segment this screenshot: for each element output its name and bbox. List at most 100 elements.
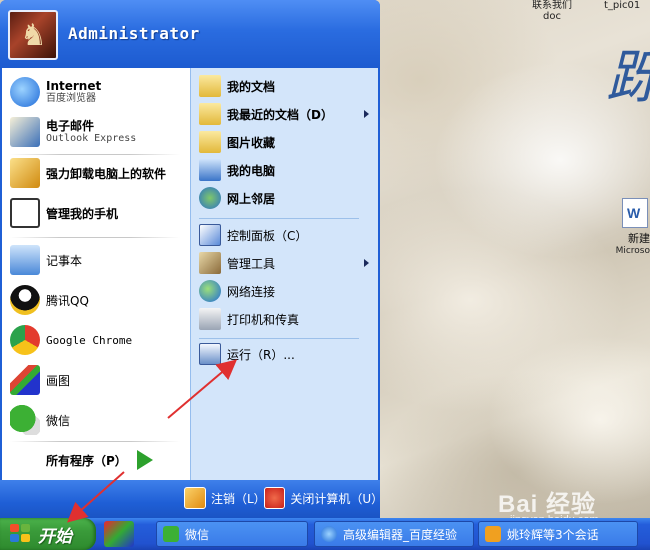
place-item-printers[interactable]: 打印机和传真 <box>191 305 379 333</box>
start-menu-footer: 注销（L） 关闭计算机（U） <box>0 480 380 518</box>
word-document-icon <box>622 198 648 228</box>
computer-icon <box>199 159 221 181</box>
pictures-icon <box>199 131 221 153</box>
recent-item-phone-manager[interactable]: 管理我的手机 <box>2 198 190 228</box>
recent-item-label: Google Chrome <box>46 333 133 347</box>
desktop-file-sublabel: Microso <box>615 246 650 256</box>
wechat-icon <box>10 405 40 435</box>
taskbar: 开始 微信 高级编辑器_百度经验 姚玲辉等3个会话 <box>0 518 650 550</box>
desktop-file-label: 新建 <box>628 232 650 245</box>
taskbar-button-chat[interactable]: 姚玲辉等3个会话 <box>478 521 638 547</box>
recent-item-paint[interactable]: 画图 <box>2 364 190 396</box>
network-places-icon <box>199 187 221 209</box>
divider <box>199 218 359 219</box>
place-item-network-connections[interactable]: 网络连接 <box>191 277 379 305</box>
place-item-control-panel[interactable]: 控制面板（C） <box>191 221 379 249</box>
start-button-label: 开始 <box>38 526 72 547</box>
folder-icon <box>199 75 221 97</box>
taskbar-button-wechat[interactable]: 微信 <box>156 521 308 547</box>
chess-icon: ♞ <box>20 18 47 53</box>
divider <box>199 338 359 339</box>
shutdown-button[interactable]: 关闭计算机（U） <box>264 486 380 510</box>
all-programs-button[interactable]: 所有程序（P） <box>2 443 190 477</box>
recent-item-uninstall[interactable]: 强力卸载电脑上的软件 <box>2 158 190 188</box>
chat-icon <box>485 526 501 542</box>
wallpaper-calligraphy: 跞 <box>606 30 650 114</box>
place-item-label: 管理工具 <box>227 256 276 271</box>
taskbar-button-browser[interactable]: 高级编辑器_百度经验 <box>314 521 474 547</box>
pinned-item-title: Internet <box>46 79 102 93</box>
recent-item-chrome[interactable]: Google Chrome <box>2 324 190 356</box>
username: Administrator <box>68 24 200 43</box>
place-item-label: 打印机和传真 <box>227 312 300 327</box>
place-item-label: 我最近的文档（D） <box>227 107 333 122</box>
qq-icon <box>10 285 40 315</box>
place-item-label: 我的电脑 <box>227 163 276 178</box>
recent-item-notepad[interactable]: 记事本 <box>2 244 190 276</box>
place-item-network-places[interactable]: 网上邻居 <box>191 184 379 212</box>
recent-item-label: 记事本 <box>46 253 83 268</box>
place-item-my-pictures[interactable]: 图片收藏 <box>191 128 379 156</box>
logoff-button[interactable]: 注销（L） <box>184 486 266 510</box>
quick-launch-icon[interactable] <box>104 521 134 547</box>
start-menu-header: ♞ Administrator <box>0 0 380 68</box>
recent-item-label: 腾讯QQ <box>46 293 89 308</box>
desktop-icon-sublabel: doc <box>543 11 561 22</box>
notepad-icon <box>10 245 40 275</box>
control-panel-icon <box>199 224 221 246</box>
pinned-item-subtitle: 百度浏览器 <box>46 93 96 104</box>
recent-item-wechat[interactable]: 微信 <box>2 404 190 436</box>
shutdown-label: 关闭计算机（U） <box>290 491 380 506</box>
arrow-right-icon <box>136 450 153 470</box>
admin-tools-icon <box>199 252 221 274</box>
place-item-recent-documents[interactable]: 我最近的文档（D） <box>191 100 379 128</box>
divider <box>10 237 180 238</box>
place-item-my-computer[interactable]: 我的电脑 <box>191 156 379 184</box>
start-menu-programs-pane: Internet 百度浏览器 电子邮件 Outlook Express 强力卸载电脑… <box>2 68 190 480</box>
place-item-label: 网上邻居 <box>227 191 276 206</box>
recent-item-label: 强力卸载电脑上的软件 <box>46 166 167 181</box>
desktop-icon-label: 联系我们 <box>532 0 572 11</box>
place-item-run[interactable]: 运行（R）... <box>191 340 379 368</box>
key-icon <box>184 487 206 509</box>
windows-logo-icon <box>10 524 32 544</box>
divider <box>10 441 180 442</box>
phone-manager-icon <box>10 198 40 228</box>
network-connections-icon <box>199 280 221 302</box>
browser-icon <box>10 77 40 107</box>
recent-docs-icon <box>199 103 221 125</box>
desktop-icon-word-file[interactable]: 新建 Microso <box>600 198 650 256</box>
uninstall-icon <box>10 158 40 188</box>
pinned-item-email[interactable]: 电子邮件 Outlook Express <box>2 114 190 150</box>
recent-item-label: 微信 <box>46 413 71 428</box>
chrome-icon <box>10 325 40 355</box>
pinned-item-title: 电子邮件 <box>46 119 95 133</box>
taskbar-button-label: 姚玲辉等3个会话 <box>507 527 599 542</box>
recent-item-label: 管理我的手机 <box>46 206 119 221</box>
divider <box>10 154 180 155</box>
submenu-arrow-icon <box>364 110 369 118</box>
place-item-my-documents[interactable]: 我的文档 <box>191 72 379 100</box>
taskbar-button-label: 高级编辑器_百度经验 <box>343 527 458 542</box>
avatar[interactable]: ♞ <box>8 10 58 60</box>
pinned-item-internet[interactable]: Internet 百度浏览器 <box>2 74 190 110</box>
submenu-arrow-icon <box>364 259 369 267</box>
wechat-icon <box>163 526 179 542</box>
browser-icon <box>321 526 337 542</box>
mail-icon <box>10 117 40 147</box>
all-programs-label: 所有程序（P） <box>46 453 127 468</box>
pinned-item-subtitle: Outlook Express <box>46 133 137 144</box>
place-item-label: 网络连接 <box>227 284 276 299</box>
recent-item-label: 画图 <box>46 373 71 388</box>
start-button[interactable]: 开始 <box>0 518 96 550</box>
power-icon <box>264 487 286 509</box>
recent-item-qq[interactable]: 腾讯QQ <box>2 284 190 316</box>
taskbar-button-label: 微信 <box>185 527 210 542</box>
desktop-icon-pic-label[interactable]: t_pic01 <box>604 0 640 11</box>
place-item-admin-tools[interactable]: 管理工具 <box>191 249 379 277</box>
start-menu: ♞ Administrator Internet 百度浏览器 电子邮件 Outloo… <box>0 0 380 518</box>
run-icon <box>199 343 221 365</box>
place-item-label: 图片收藏 <box>227 135 276 150</box>
place-item-label: 运行（R）... <box>227 347 295 362</box>
desktop-icon-contact-label[interactable]: 联系我们 doc <box>532 0 572 22</box>
